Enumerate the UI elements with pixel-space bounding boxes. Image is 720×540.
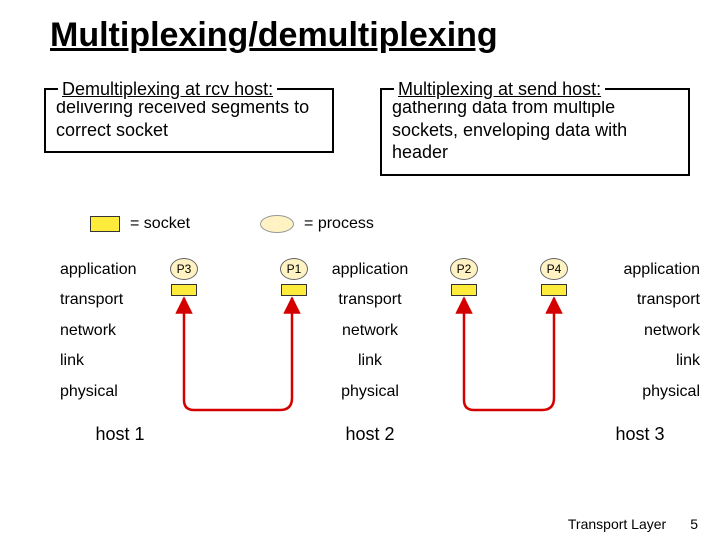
layer-label: link — [60, 346, 180, 376]
legend-process-label: = process — [304, 215, 374, 233]
host-label: host 3 — [580, 417, 700, 451]
layer-label: network — [580, 316, 700, 346]
slide-title: Multiplexing/demultiplexing — [50, 16, 498, 55]
mux-box-legend: Multiplexing at send host: — [394, 78, 605, 101]
host-label: host 1 — [60, 417, 180, 451]
layer-label: application — [580, 255, 700, 285]
process-p3: P3 — [170, 258, 198, 280]
process-p1: P1 — [280, 258, 308, 280]
socket-icon — [451, 284, 477, 296]
footer-label: Transport Layer — [568, 516, 666, 532]
layer-label: physical — [60, 377, 180, 407]
footer-page: 5 — [690, 516, 698, 532]
legend-row: = socket = process — [90, 215, 374, 233]
stack-host3: application transport network link physi… — [580, 255, 700, 451]
demux-box-body: delivering received segments to correct … — [56, 96, 322, 141]
process-p4: P4 — [540, 258, 568, 280]
legend-socket-label: = socket — [130, 215, 190, 233]
stack-host2: application transport network link physi… — [310, 255, 430, 451]
mux-box: Multiplexing at send host: gathering dat… — [380, 88, 690, 176]
layer-label: transport — [60, 285, 180, 315]
layer-label: transport — [310, 285, 430, 315]
layer-label: link — [310, 346, 430, 376]
layer-label: application — [60, 255, 180, 285]
layer-label: physical — [310, 377, 430, 407]
process-swatch-icon — [260, 215, 294, 233]
socket-swatch-icon — [90, 216, 120, 232]
layer-label: transport — [580, 285, 700, 315]
demux-box: Demultiplexing at rcv host: delivering r… — [44, 88, 334, 153]
layer-label: application — [310, 255, 430, 285]
layer-label: network — [310, 316, 430, 346]
process-p2: P2 — [450, 258, 478, 280]
socket-icon — [281, 284, 307, 296]
socket-icon — [541, 284, 567, 296]
footer: Transport Layer 5 — [568, 516, 698, 532]
layer-label: physical — [580, 377, 700, 407]
layer-label: link — [580, 346, 700, 376]
stack-host1: application transport network link physi… — [60, 255, 180, 451]
demux-box-legend: Demultiplexing at rcv host: — [58, 78, 277, 101]
host-label: host 2 — [310, 417, 430, 451]
layer-label: network — [60, 316, 180, 346]
stacks-area: application transport network link physi… — [0, 255, 720, 515]
socket-icon — [171, 284, 197, 296]
mux-box-body: gathering data from multiple sockets, en… — [392, 96, 678, 164]
